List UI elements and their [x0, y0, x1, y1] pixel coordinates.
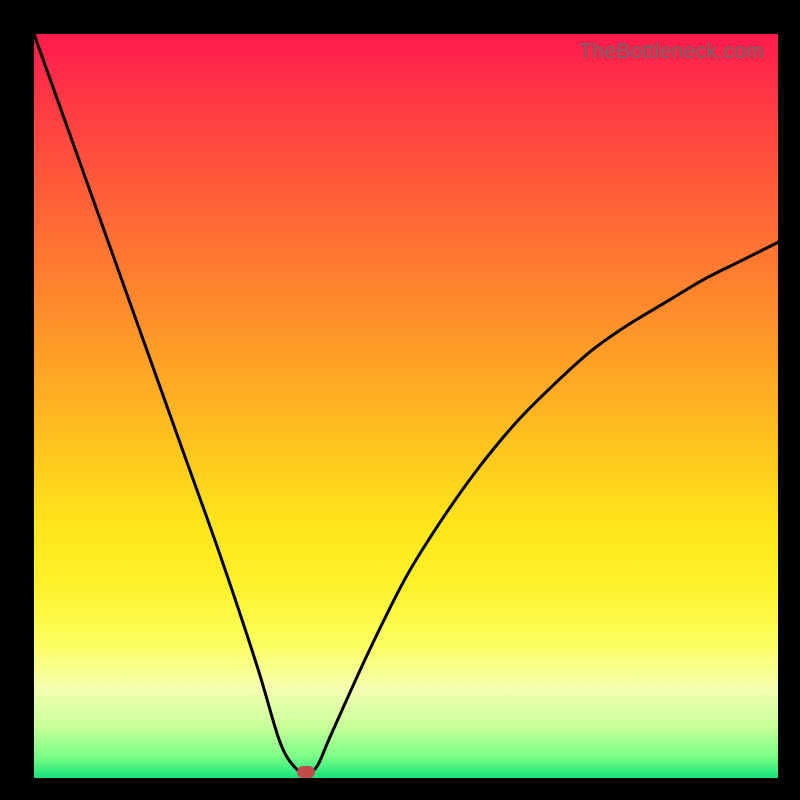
optimal-point-marker [297, 766, 315, 778]
bottleneck-curve [34, 34, 778, 778]
chart-frame: TheBottleneck.com [0, 0, 800, 800]
plot-area: TheBottleneck.com [34, 34, 778, 778]
